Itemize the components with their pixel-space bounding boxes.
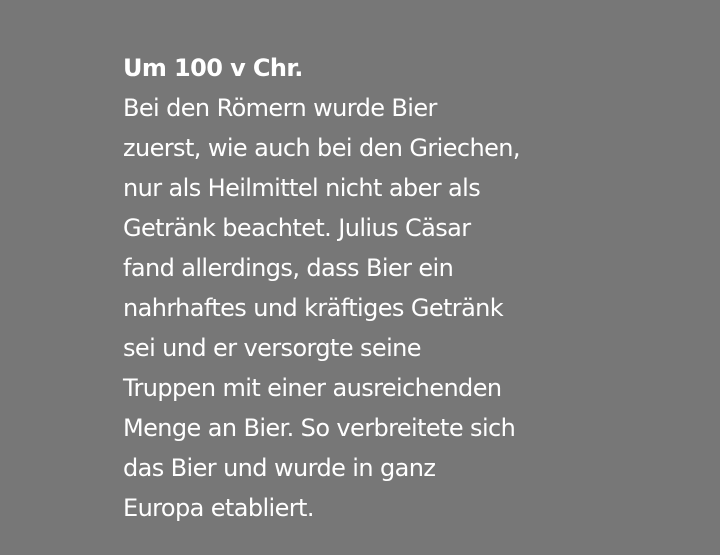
text-panel: Um 100 v Chr. Bei den Römern wurde Bier … [123,48,683,528]
body-line: nur als Heilmittel nicht aber als [123,174,481,202]
body-line: nahrhaftes und kräftiges Getränk [123,294,504,322]
body-line: Bei den Römern wurde Bier [123,94,437,122]
body-line: zuerst, wie auch bei den Griechen, [123,134,521,162]
body-line: das Bier und wurde in ganz [123,454,436,482]
body-line: Getränk beachtet. Julius Cäsar [123,214,471,242]
body-line: sei und er versorgte seine [123,334,422,362]
body-line: Truppen mit einer ausreichenden [123,374,502,402]
body-line: Europa etabliert. [123,494,315,522]
heading: Um 100 v Chr. [123,54,303,82]
body-line: Menge an Bier. So verbreitete sich [123,414,516,442]
body-line: fand allerdings, dass Bier ein [123,254,454,282]
